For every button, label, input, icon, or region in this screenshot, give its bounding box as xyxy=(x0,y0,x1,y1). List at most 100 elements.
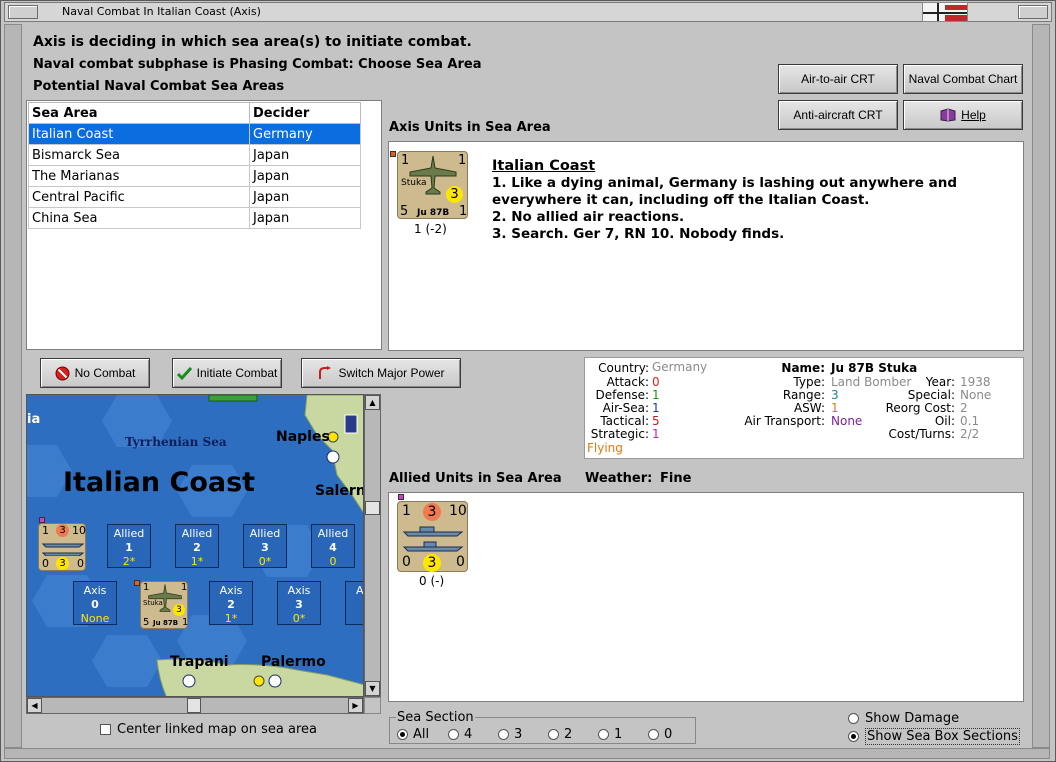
counter-circle-top: 3 xyxy=(423,503,441,521)
sea-section-option-3[interactable]: 3 xyxy=(498,727,522,742)
air-to-air-crt-button[interactable]: Air-to-air CRT xyxy=(778,64,898,94)
decider-cell[interactable]: Japan xyxy=(249,165,361,187)
box-value: 2* xyxy=(122,555,136,568)
show-damage-option[interactable]: Show Damage xyxy=(848,711,959,726)
table-row[interactable]: Italian Coast Germany xyxy=(28,123,361,145)
table-row[interactable]: Central Pacific Japan xyxy=(28,186,361,208)
scroll-left-icon[interactable]: ◀ xyxy=(27,698,42,713)
decider-cell[interactable]: Japan xyxy=(249,207,361,229)
system-menu-button[interactable] xyxy=(8,5,38,19)
map-air-counter[interactable]: 1 1 Stuka 3 5 Ju 87B 1 xyxy=(140,581,188,629)
decider-cell[interactable]: Japan xyxy=(249,144,361,166)
allied-sea-box-4[interactable]: Allied 4 0 xyxy=(311,524,355,568)
book-icon xyxy=(940,108,956,122)
map-vertical-scrollbar[interactable]: ▲ ▼ xyxy=(364,394,381,697)
allied-sea-box-1[interactable]: Allied 1 2* xyxy=(107,524,151,568)
show-damage-radio[interactable] xyxy=(848,713,859,724)
left-rail xyxy=(4,24,22,748)
show-sea-box-sections-option[interactable]: Show Sea Box Sections xyxy=(848,728,1020,745)
scroll-down-icon[interactable]: ▼ xyxy=(365,681,380,696)
year-label: Year: xyxy=(925,375,955,389)
window-title: Naval Combat In Italian Coast (Axis) xyxy=(62,5,261,18)
unit-info-panel: Country: Germany Attack: 0 Defense: 1 Ai… xyxy=(584,357,1024,459)
show-sections-radio[interactable] xyxy=(848,731,859,742)
box-side: Axis xyxy=(219,584,243,597)
type-label: Type: xyxy=(793,375,825,389)
allied-unit-count: 0 (-) xyxy=(419,574,445,588)
checkmark-icon xyxy=(176,366,192,381)
reorg-cost-value: 2 xyxy=(960,401,968,415)
attack-label: Attack: xyxy=(606,375,649,389)
radio-4[interactable] xyxy=(448,729,459,740)
sea-section-option-0[interactable]: 0 xyxy=(648,727,672,742)
radio-3[interactable] xyxy=(498,729,509,740)
map-fleet-counter[interactable]: 1 3 10 0 3 0 xyxy=(38,523,86,571)
decider-cell[interactable]: Japan xyxy=(249,186,361,208)
unit-marker xyxy=(390,151,396,157)
scroll-up-icon[interactable]: ▲ xyxy=(365,395,380,410)
initiate-combat-button[interactable]: Initiate Combat xyxy=(172,358,282,388)
sea-area-cell[interactable]: The Marianas xyxy=(28,165,250,187)
radio-1[interactable] xyxy=(598,729,609,740)
type-value: Land Bomber xyxy=(831,375,912,389)
radio-2[interactable] xyxy=(548,729,559,740)
anti-aircraft-crt-button[interactable]: Anti-aircraft CRT xyxy=(778,100,898,130)
axis-sea-box-2[interactable]: Axis 2 1* xyxy=(209,581,253,625)
air-transport-value: None xyxy=(831,414,863,428)
axis-sea-box-0[interactable]: Axis 0 None xyxy=(73,581,117,625)
show-sections-label: Show Sea Box Sections xyxy=(865,728,1020,745)
box-number: 3 xyxy=(261,541,269,554)
tyrrhenian-sea-label: Tyrrhenian Sea xyxy=(125,435,227,449)
axis-unit-counter[interactable]: 1 1 Stuka 3 5 Ju 87B 1 xyxy=(397,151,468,219)
name-value: Ju 87B Stuka xyxy=(831,361,918,375)
no-combat-button[interactable]: No Combat xyxy=(40,358,150,388)
column-header-decider[interactable]: Decider xyxy=(249,102,361,124)
air-sea-value: 1 xyxy=(652,401,660,415)
radio-0[interactable] xyxy=(648,729,659,740)
sea-area-cell[interactable]: Bismarck Sea xyxy=(28,144,250,166)
radio-all[interactable] xyxy=(397,729,408,740)
table-row[interactable]: Bismarck Sea Japan xyxy=(28,144,361,166)
box-number: 4 xyxy=(329,541,337,554)
decider-cell[interactable]: Germany xyxy=(249,123,361,145)
naval-combat-chart-button[interactable]: Naval Combat Chart xyxy=(903,64,1023,94)
sea-section-option-4[interactable]: 4 xyxy=(448,727,472,742)
scroll-right-icon[interactable]: ▶ xyxy=(348,698,363,713)
special-label: Special: xyxy=(907,388,955,402)
switch-major-power-button[interactable]: Switch Major Power xyxy=(301,358,461,388)
allied-unit-counter[interactable]: 1 3 10 0 3 0 xyxy=(397,501,468,572)
sea-section-option-all[interactable]: All xyxy=(397,727,429,742)
switch-major-power-label: Switch Major Power xyxy=(338,366,445,380)
sea-area-map[interactable]: ia Tyrrhenian Sea Italian Coast Naples S… xyxy=(26,394,364,697)
column-header-sea-area[interactable]: Sea Area xyxy=(28,102,250,124)
counter-name: Stuka xyxy=(401,178,427,188)
unit-marker xyxy=(398,494,404,500)
counter-circle: 3 xyxy=(446,186,463,203)
sea-section-option-2[interactable]: 2 xyxy=(548,727,572,742)
fleet-ships-icon xyxy=(42,543,84,556)
close-button[interactable] xyxy=(1018,5,1048,19)
year-value: 1938 xyxy=(960,375,991,389)
box-value: None xyxy=(80,612,110,625)
name-label: Name: xyxy=(781,361,825,375)
scroll-thumb[interactable] xyxy=(187,698,201,713)
table-row[interactable]: The Marianas Japan xyxy=(28,165,361,187)
center-linked-checkbox[interactable] xyxy=(100,724,111,735)
table-row[interactable]: China Sea Japan xyxy=(28,207,361,229)
range-value: 3 xyxy=(831,388,839,402)
scroll-thumb[interactable] xyxy=(365,501,380,515)
axis-sea-box-4[interactable]: A xyxy=(345,581,363,625)
sea-area-cell[interactable]: Central Pacific xyxy=(28,186,250,208)
table-header-row: Sea Area Decider xyxy=(28,102,361,124)
map-horizontal-scrollbar[interactable]: ◀ ▶ xyxy=(26,697,364,714)
box-value: 1* xyxy=(224,612,238,625)
sea-area-cell[interactable]: China Sea xyxy=(28,207,250,229)
no-entry-icon xyxy=(55,366,70,381)
axis-sea-box-3[interactable]: Axis 3 0* xyxy=(277,581,321,625)
help-button[interactable]: Help xyxy=(903,100,1023,130)
allied-sea-box-3[interactable]: Allied 3 0* xyxy=(243,524,287,568)
sea-section-option-1[interactable]: 1 xyxy=(598,727,622,742)
sea-area-cell[interactable]: Italian Coast xyxy=(28,123,250,145)
allied-sea-box-2[interactable]: Allied 2 1* xyxy=(175,524,219,568)
counter-top-left: 1 xyxy=(402,503,411,519)
